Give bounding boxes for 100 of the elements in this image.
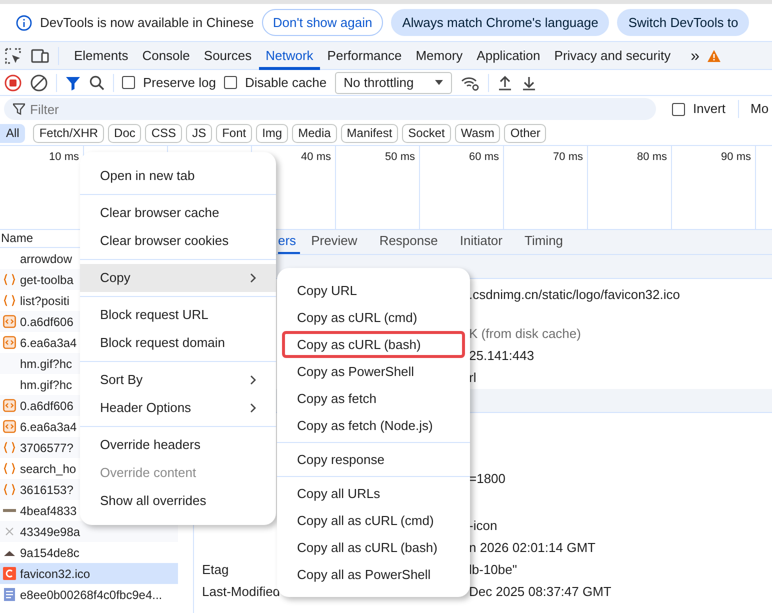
type-filter[interactable]: JS [186,124,212,143]
detail-tab[interactable]: Timing [514,230,574,254]
panel-tab[interactable]: Sources [196,42,259,70]
type-filter[interactable]: Doc [108,124,142,143]
record-icon[interactable] [4,74,22,92]
type-filter[interactable]: Other [504,124,546,143]
menu-item[interactable]: Header Options [80,394,276,422]
request-name[interactable]: 0.a6df606 [20,396,74,414]
request-name[interactable]: 4beaf4833 [20,502,77,520]
checkbox[interactable]: Invert [672,99,726,119]
detail-tab[interactable]: Initiator [448,230,514,254]
throttling-select[interactable]: No throttling [334,72,452,94]
filter-field[interactable]: Filter [4,98,656,120]
banner-button[interactable]: Switch DevTools to [617,8,750,36]
device-toolbar-icon[interactable] [30,46,50,64]
request-name[interactable]: e8ee0b00268f4c0fbc9e4... [20,586,162,604]
type-filter[interactable]: Fetch/XHR [33,124,104,143]
menu-item[interactable]: Clear browser cookies [80,227,276,255]
type-filter[interactable]: Manifest [340,124,398,143]
timeline-tick: 90 ms [721,151,751,163]
header-name: Etag [202,562,229,578]
download-icon[interactable] [520,74,537,90]
banner-button[interactable]: Always match Chrome's language [391,8,610,36]
type-filter[interactable]: Media [292,124,337,143]
upload-icon[interactable] [496,74,513,90]
menu-item[interactable]: Copy all as cURL (bash) [277,534,470,561]
type-filter[interactable]: Wasm [454,124,500,143]
more-filters-button[interactable]: Mo [750,99,769,119]
banner-button[interactable]: Don't show again [262,8,384,36]
network-conditions-icon[interactable] [460,74,480,90]
header-value: K (from disk cache) [469,325,581,344]
request-name[interactable]: get-toolba [20,270,74,288]
menu-item[interactable]: Copy as cURL (cmd) [277,304,470,331]
panel-tab[interactable]: Network [258,42,320,70]
request-name[interactable]: favicon32.ico [20,564,90,582]
type-filter[interactable]: Img [256,124,288,143]
request-name[interactable]: 6.ea6a3a4 [20,334,77,352]
type-filter[interactable]: Font [216,124,252,143]
request-name[interactable]: 9a154de8c [20,544,80,562]
caret-icon [434,80,443,85]
request-row[interactable]: favicon32.ico [0,563,178,584]
menu-item[interactable]: Copy as PowerShell [277,358,470,385]
menu-item[interactable]: Copy all URLs [277,480,470,507]
header-value: Dec 2025 08:37:47 GMT [469,583,612,602]
script-icon [3,315,16,328]
favicon-icon [3,567,16,580]
chevron-right-icon [250,273,256,283]
menu-item[interactable]: Sort By [80,366,276,394]
script-icon [3,399,16,412]
request-name[interactable]: list?positi [20,292,70,310]
menu-item[interactable]: Copy [80,264,276,292]
braces-icon [3,294,16,307]
request-name[interactable]: 3706577? [20,438,74,456]
checkbox[interactable]: Preserve log [122,72,216,92]
column-header[interactable]: Name [1,231,34,245]
type-filter[interactable]: Socket [402,124,451,143]
chevron-right-icon [250,403,256,413]
timeline-tick: 50 ms [385,151,415,163]
inspect-icon[interactable] [4,46,22,64]
panel-tab[interactable]: Performance [320,42,409,70]
panel-tab[interactable]: Elements [67,42,136,70]
menu-item[interactable]: Show all overrides [80,487,276,515]
detail-tab[interactable]: Preview [300,230,368,254]
filter-icon [13,103,25,115]
search-icon[interactable] [89,74,105,90]
checkbox[interactable]: Disable cache [224,72,327,92]
request-name[interactable]: hm.gif?hc [20,376,72,394]
braces-icon [3,273,16,286]
timeline-tick: 70 ms [553,151,583,163]
menu-item[interactable]: Copy as cURL (bash) [282,331,465,358]
type-filter[interactable]: All [0,124,26,143]
menu-item[interactable]: Block request URL [80,301,276,329]
request-name[interactable]: arrowdow [20,250,72,268]
type-filter[interactable]: CSS [145,124,182,143]
info-icon [16,14,32,30]
filter-icon[interactable] [65,74,81,90]
header-value: .csdnimg.cn/static/logo/favicon32.ico [469,286,680,304]
menu-item[interactable]: Copy as fetch [277,385,470,412]
menu-item[interactable]: Clear browser cache [80,199,276,227]
more-tabs-button[interactable]: » [684,42,707,70]
menu-item[interactable]: Block request domain [80,329,276,357]
timeline-tick: 80 ms [637,151,667,163]
request-name[interactable]: 6.ea6a3a4 [20,418,77,436]
request-name[interactable]: search_ho [20,460,76,478]
panel-tab[interactable]: Application [470,42,548,70]
menu-item[interactable]: Copy all as cURL (cmd) [277,507,470,534]
chevron-right-icon [250,375,256,385]
timeline-tick: 10 ms [49,151,79,163]
banner-message: DevTools is now available in Chinese [40,14,254,32]
panel-tab[interactable]: Console [135,42,197,70]
menu-item[interactable]: Copy URL [277,277,470,304]
menu-item[interactable]: Copy response [277,446,470,473]
menu-item[interactable]: Override headers [80,431,276,459]
header-value: lb-10be" [469,561,517,580]
panel-tab[interactable]: Memory [408,42,470,70]
detail-tab[interactable]: Response [368,230,449,254]
menu-item[interactable]: Copy as fetch (Node.js) [277,412,470,439]
menu-item[interactable]: Open in new tab [80,162,276,190]
panel-tab[interactable]: Privacy and security [547,42,678,70]
clear-icon[interactable] [30,74,48,92]
